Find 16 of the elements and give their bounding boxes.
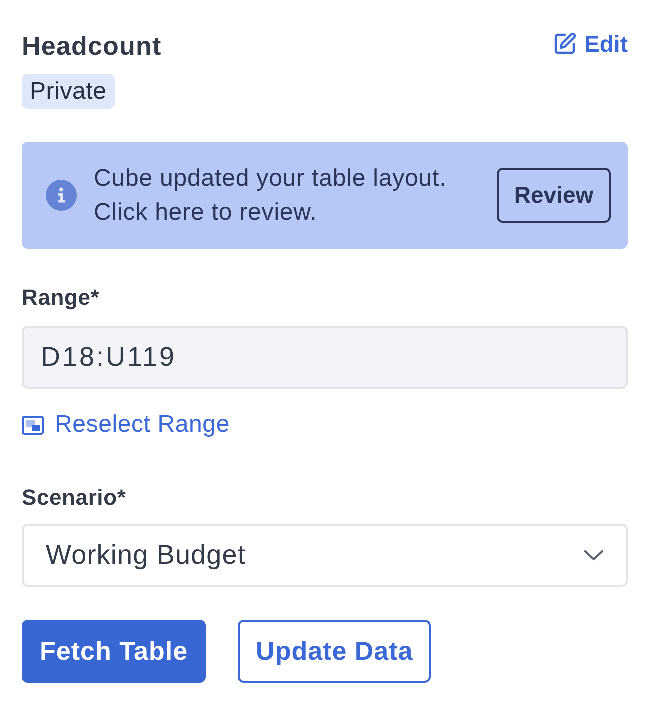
update-button[interactable]: Update Data <box>238 620 432 683</box>
panel-title: Headcount <box>22 30 162 63</box>
visibility-badge: Private <box>22 74 115 109</box>
review-button[interactable]: Review <box>497 168 611 223</box>
notice-message: Cube updated your table layout. Click here to review. <box>94 164 448 228</box>
range-label: Range* <box>22 284 100 312</box>
range-select-icon <box>22 416 44 434</box>
range-input[interactable]: D18:U119 <box>22 326 628 389</box>
fetch-button[interactable]: Fetch Table <box>22 620 206 683</box>
info-icon <box>46 180 77 211</box>
edit-icon <box>552 32 577 56</box>
reselect-range-link[interactable]: Reselect Range <box>22 410 230 440</box>
scenario-select[interactable]: Working Budget <box>22 524 628 587</box>
chevron-down-icon <box>584 550 604 561</box>
edit-link[interactable]: Edit <box>552 28 628 60</box>
scenario-label: Scenario* <box>22 484 126 512</box>
